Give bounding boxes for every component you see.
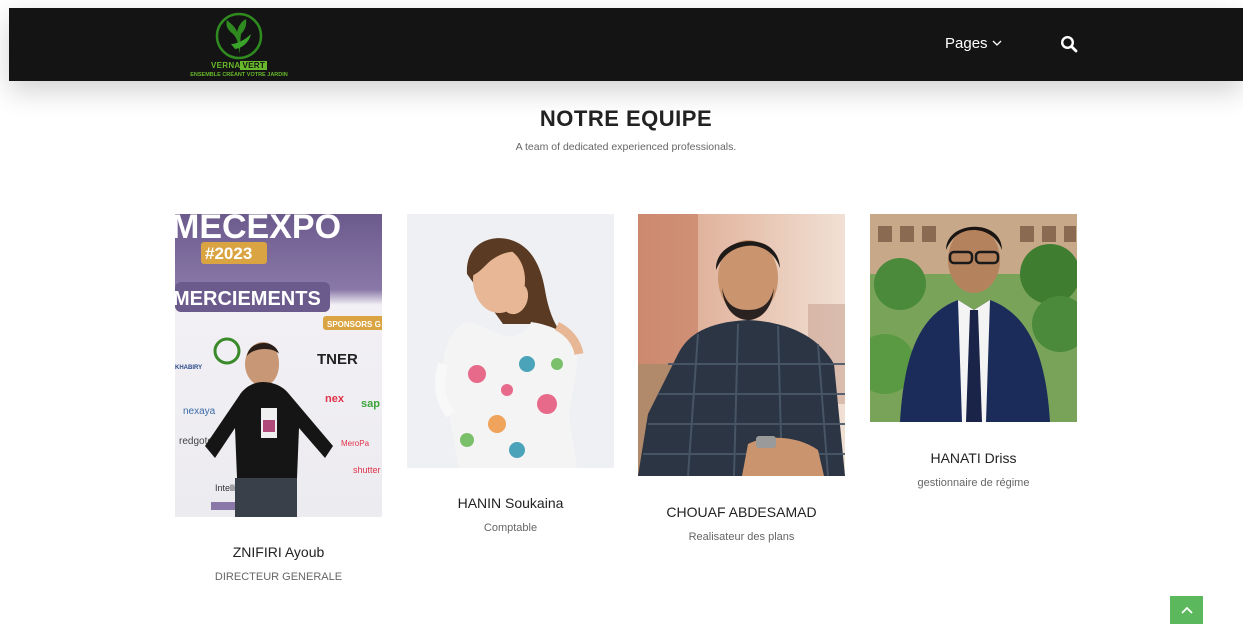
svg-text:MeroPa: MeroPa: [341, 439, 370, 448]
member-name: ZNIFIRI Ayoub: [232, 544, 325, 560]
member-photo-hanin: [407, 214, 614, 468]
photo-text-nexaya: nexaya: [183, 406, 216, 417]
browser-top-strip: [0, 0, 1243, 11]
member-photo-hanati: [870, 214, 1077, 422]
nav-pages-dropdown[interactable]: Pages: [945, 35, 1002, 52]
member-name: CHOUAF ABDESAMAD: [666, 504, 817, 520]
chevron-up-icon: [1180, 601, 1193, 619]
logo-brand-part1: VERNA: [210, 61, 241, 70]
member-photo-chouaf: [638, 214, 845, 476]
member-role: gestionnaire de régime: [917, 477, 1030, 489]
member-name: HANATI Driss: [930, 450, 1017, 466]
navbar: VERNA VERT ENSEMBLE CRÉANT VOTRE JARDIN P…: [9, 8, 1243, 81]
nav-pages-label: Pages: [945, 35, 988, 52]
photo-text-shutter: shutter: [353, 465, 381, 475]
scroll-to-top-button[interactable]: [1170, 596, 1203, 624]
photo-text-intelli: Intelli: [215, 483, 236, 493]
member-photo-znifiri: MECEXPO #2023 MERCIEMENTS SPONSORS G TNE…: [175, 214, 382, 517]
member-role: Comptable: [483, 522, 538, 534]
photo-text-khabiry: KHABIRY: [175, 365, 202, 371]
photo-text-remerciements: MERCIEMENTS: [175, 288, 321, 310]
logo-brand-part2: VERT: [240, 61, 268, 70]
tree-logo-icon: [215, 12, 263, 60]
member-name: HANIN Soukaina: [457, 495, 564, 511]
svg-text:nex: nex: [325, 393, 345, 405]
photo-text-2023: #2023: [205, 244, 252, 263]
member-role: DIRECTEUR GENERALE: [214, 571, 343, 583]
section-subtitle: A team of dedicated experienced professi…: [515, 141, 737, 153]
section-title: NOTRE EQUIPE: [539, 106, 713, 131]
logo-tagline: ENSEMBLE CRÉANT VOTRE JARDIN: [190, 72, 288, 78]
chevron-down-icon: [992, 38, 1002, 50]
site-logo[interactable]: VERNA VERT ENSEMBLE CRÉANT VOTRE JARDIN: [180, 10, 298, 82]
member-role: Realisateur des plans: [688, 531, 795, 543]
logo-brand: VERNA VERT: [180, 61, 298, 70]
photo-text-tner: TNER: [317, 351, 358, 368]
photo-text-sponsors: SPONSORS G: [327, 320, 381, 329]
photo-text-sap: sap: [361, 398, 380, 410]
photo-text-mecexpo: MECEXPO: [175, 214, 341, 246]
search-icon[interactable]: [1060, 35, 1080, 55]
